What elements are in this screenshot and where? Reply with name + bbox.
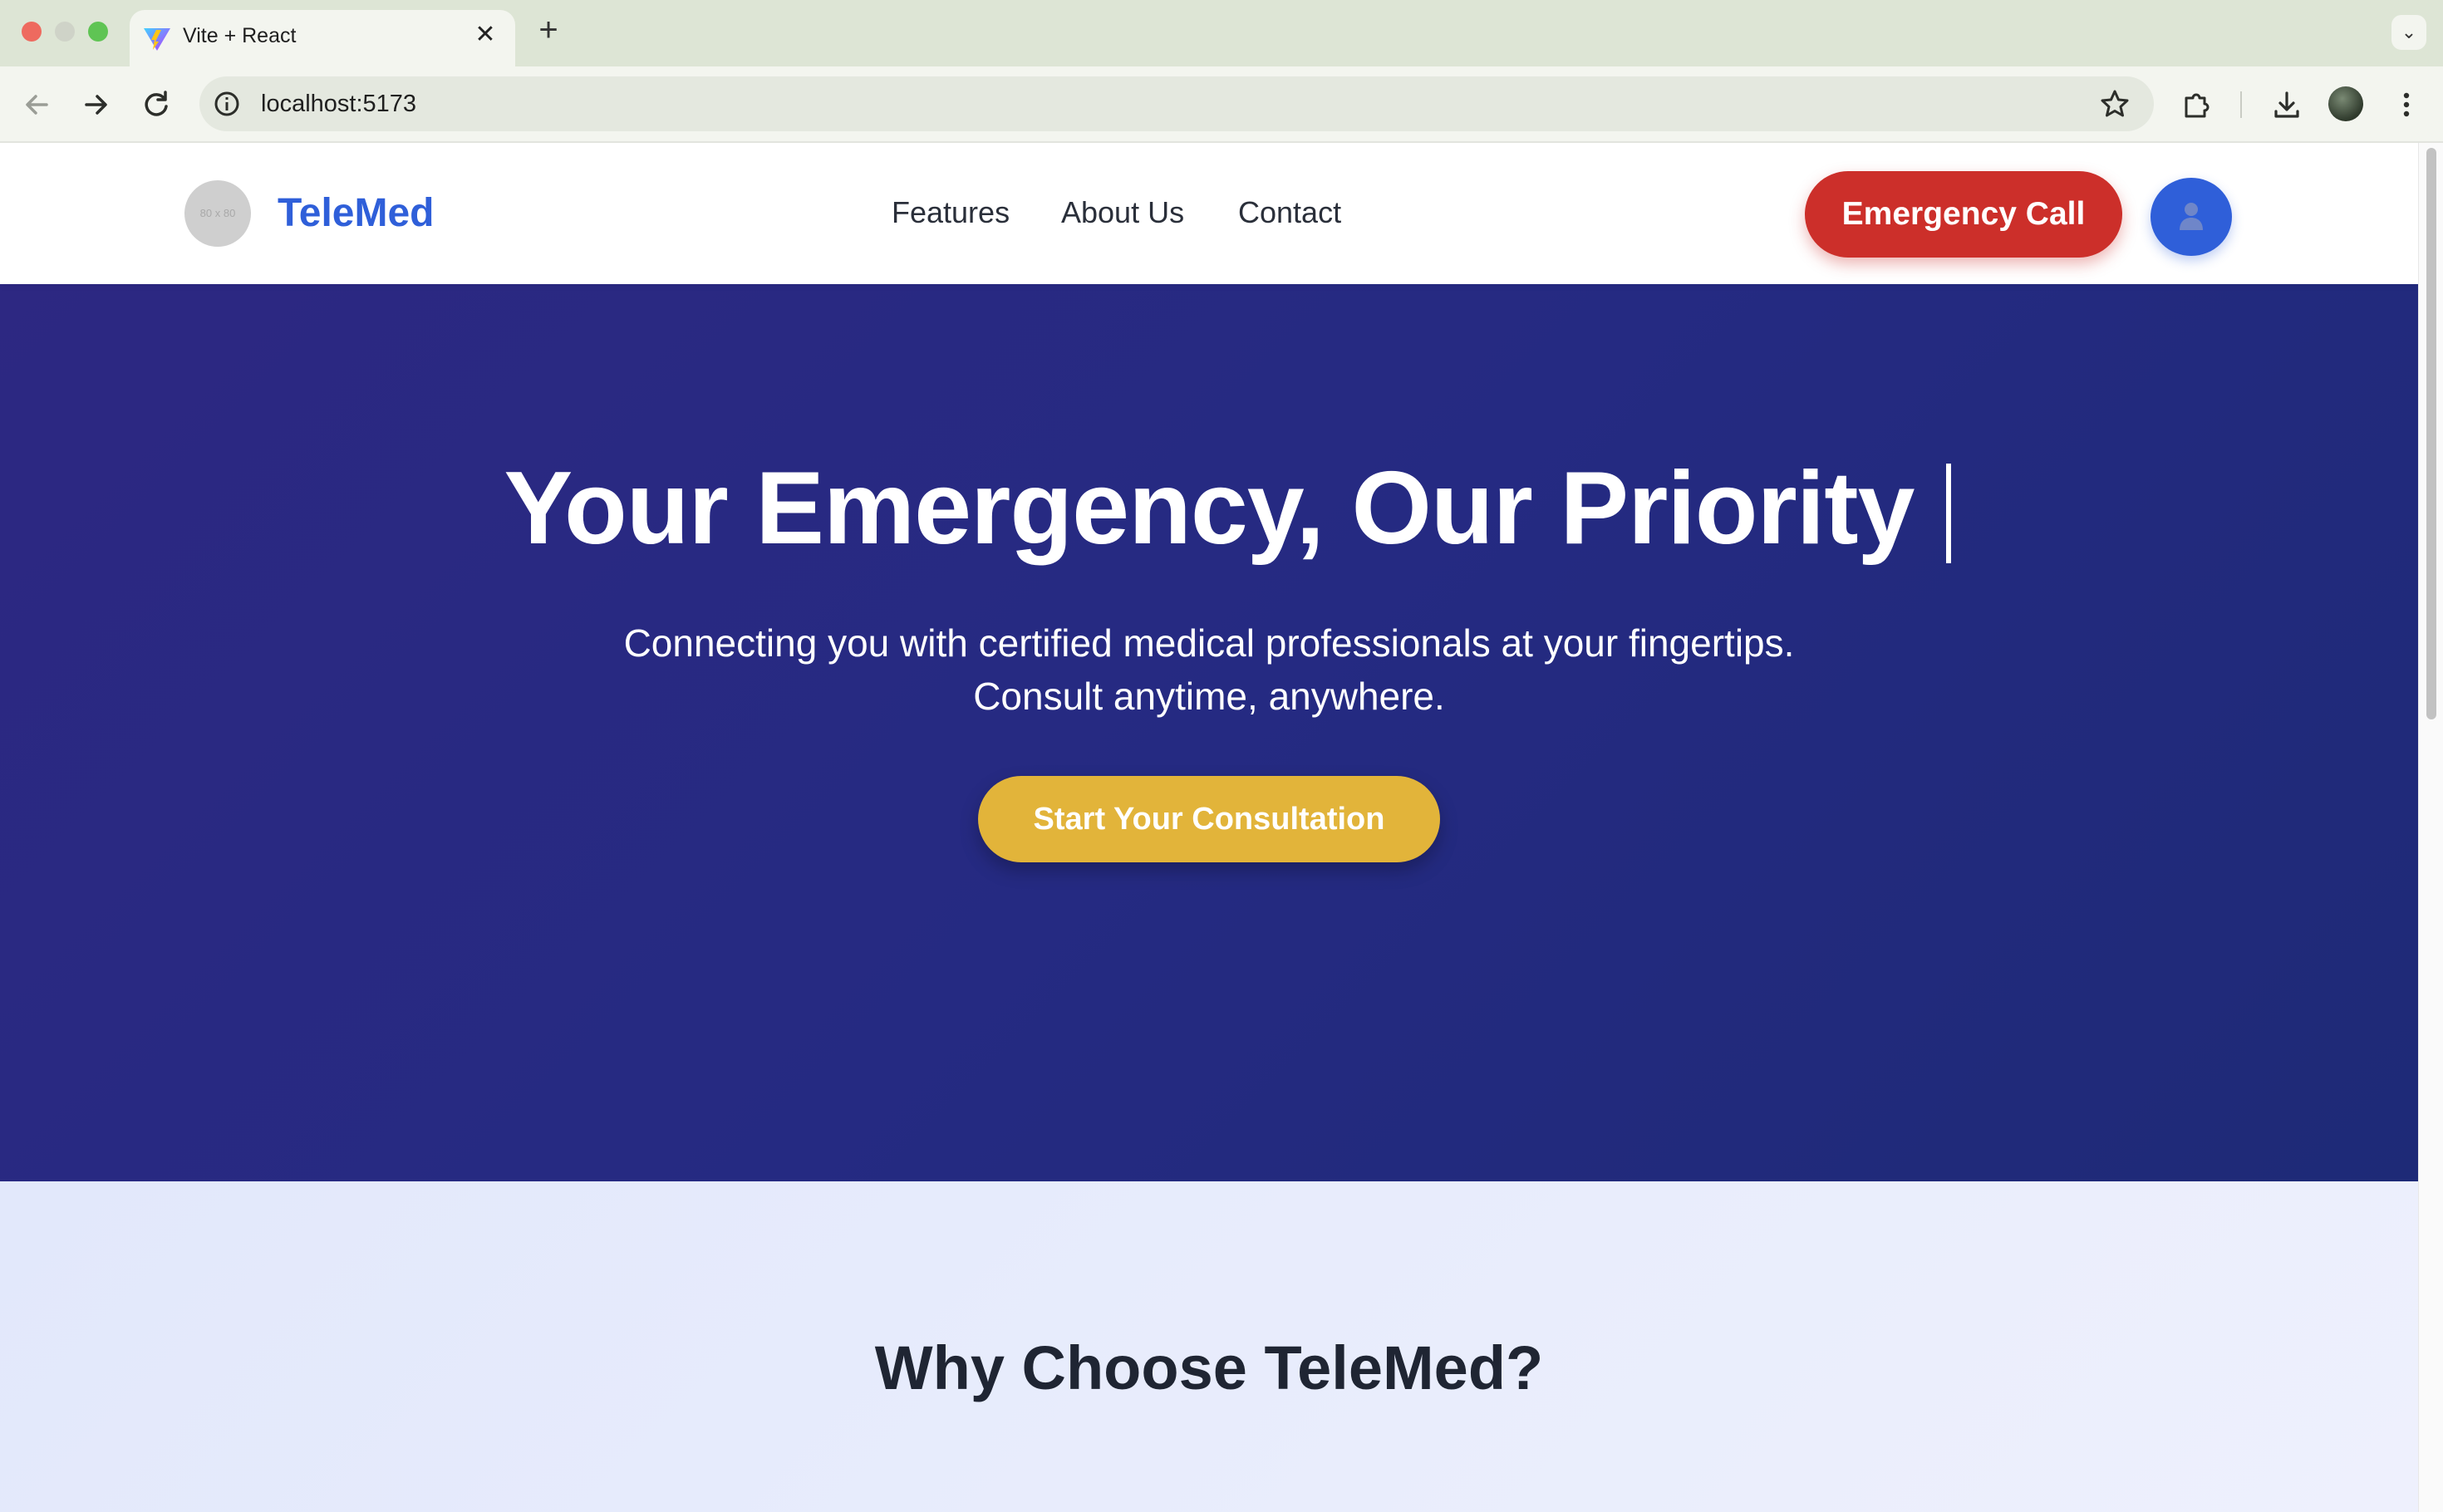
vite-logo-icon [144,28,170,51]
site-header: 80 x 80 TeleMed Features About Us Contac… [0,143,2418,284]
tab-close-icon[interactable]: ✕ [470,20,500,50]
page-viewport: 80 x 80 TeleMed Features About Us Contac… [0,143,2418,1512]
download-icon[interactable] [2268,86,2305,123]
emergency-call-button[interactable]: Emergency Call [1805,171,2122,258]
page-scrollbar[interactable] [2418,143,2443,1512]
hero-subtitle: Connecting you with certified medical pr… [0,616,2418,723]
window-zoom-control[interactable] [88,22,108,42]
tab-search-button[interactable]: ⌄ [2391,15,2426,50]
profile-button[interactable] [2151,178,2232,256]
typing-caret [1946,464,1951,563]
nav-link-features[interactable]: Features [892,194,1010,231]
arrow-left-icon[interactable] [17,85,57,125]
hero-title: Your Emergency, Our Priority [504,451,1915,566]
nav-link-about-us[interactable]: About Us [1061,194,1184,231]
hero-subtitle-line-1: Connecting you with certified medical pr… [623,621,1795,665]
browser-tab-strip: Vite + React ✕ + ⌄ [0,0,2443,66]
star-icon[interactable] [2099,88,2131,120]
user-icon [2180,203,2203,230]
nav-link-contact[interactable]: Contact [1238,194,1341,231]
tab-title: Vite + React [183,24,297,47]
address-bar[interactable]: localhost:5173 [199,76,2154,131]
kebab-menu-icon[interactable] [2388,86,2425,123]
puzzle-icon[interactable] [2179,86,2215,123]
info-icon[interactable] [213,90,241,118]
new-tab-button[interactable]: + [532,13,565,47]
features-title: Why Choose TeleMed? [874,1333,1544,1402]
hero-subtitle-line-2: Consult anytime, anywhere. [973,675,1445,718]
browser-profile-avatar[interactable] [2328,86,2363,121]
features-section: Why Choose TeleMed? [0,1181,2418,1512]
start-consultation-button[interactable]: Start Your Consultation [978,776,1440,862]
hero-section: Your Emergency, Our Priority Connecting … [0,284,2418,1181]
scrollbar-thumb[interactable] [2426,148,2436,719]
logo-placeholder[interactable]: 80 x 80 [184,180,251,247]
browser-tab-active[interactable]: Vite + React ✕ [130,10,515,66]
browser-toolbar: localhost:5173 [0,66,2443,143]
window-minimize-control[interactable] [55,22,75,42]
toolbar-divider [2240,91,2242,118]
reload-icon[interactable] [136,85,176,125]
url-text[interactable]: localhost:5173 [261,90,416,118]
arrow-right-icon[interactable] [76,85,116,125]
brand-name[interactable]: TeleMed [278,189,434,238]
window-close-control[interactable] [22,22,42,42]
